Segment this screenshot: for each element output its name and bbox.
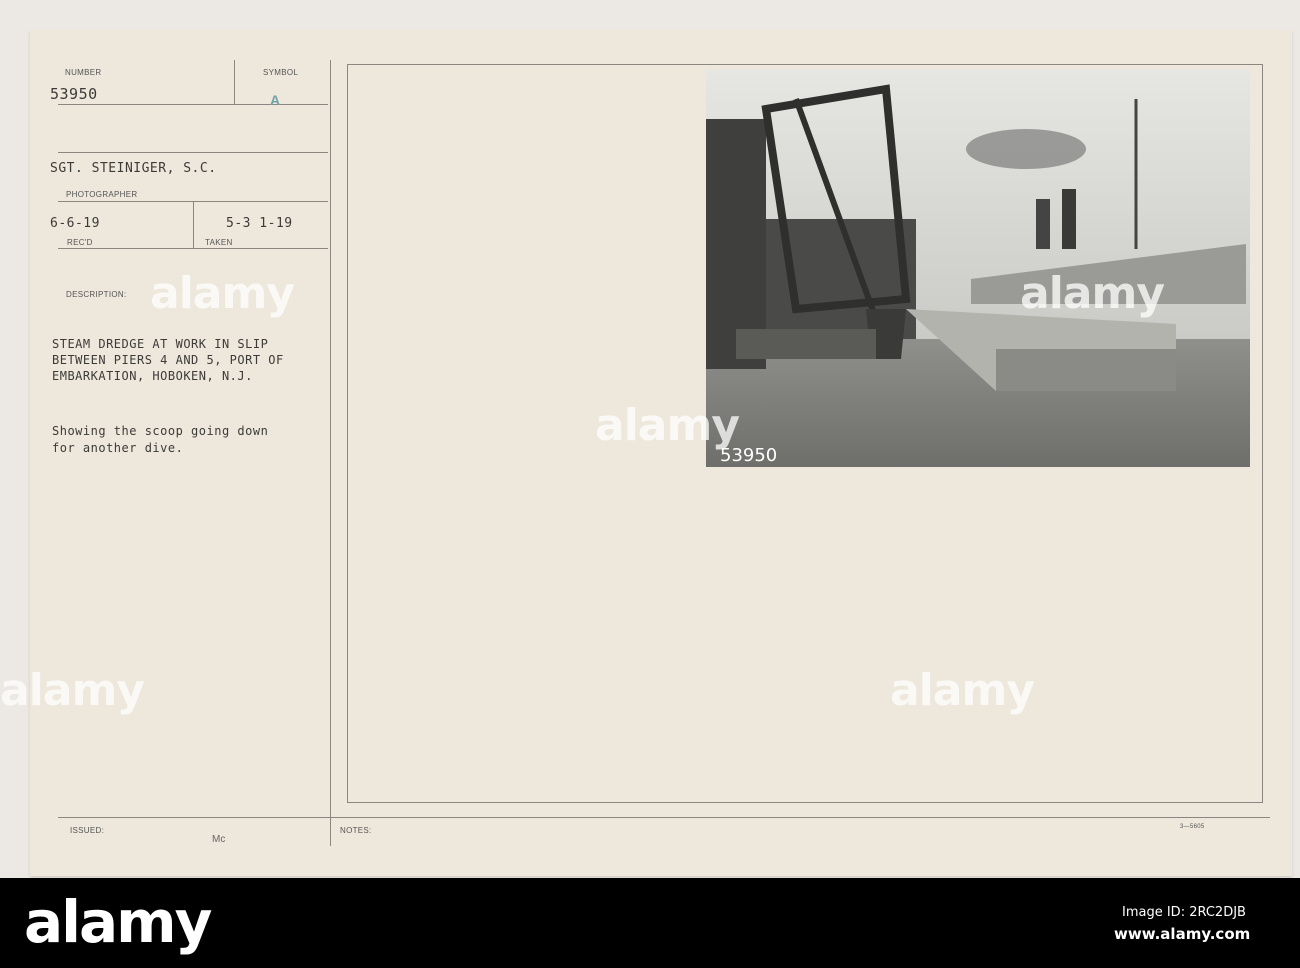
watermark: alamy [150, 268, 295, 319]
divider [193, 201, 194, 249]
symbol-label: SYMBOL [263, 68, 299, 77]
note-line: Showing the scoop going down [52, 424, 269, 438]
received-label: REC'D [67, 238, 93, 247]
watermark: alamy [595, 400, 740, 451]
watermark: alamy [1020, 268, 1165, 319]
divider [234, 60, 235, 104]
watermark: alamy [0, 665, 145, 716]
form-number: 3—5605 [1180, 824, 1205, 830]
number-label: NUMBER [65, 68, 102, 77]
number-value: 53950 [50, 85, 98, 103]
description-line: STEAM DREDGE AT WORK IN SLIP [52, 337, 269, 351]
alamy-url[interactable]: www.alamy.com [1114, 925, 1250, 943]
notes-label: NOTES: [340, 826, 372, 835]
taken-label: TAKEN [205, 238, 233, 247]
photographer-label: PHOTOGRAPHER [66, 190, 138, 199]
description-text: STEAM DREDGE AT WORK IN SLIP BETWEEN PIE… [52, 336, 284, 384]
issued-initials: Mc [212, 834, 226, 845]
image-id: Image ID: 2RC2DJB [1122, 905, 1246, 920]
alamy-logo: alamy [24, 888, 212, 956]
description-line: EMBARKATION, HOBOKEN, N.J. [52, 369, 253, 383]
column-divider [330, 60, 331, 846]
divider [58, 248, 328, 249]
symbol-stamp: A [270, 92, 281, 108]
note-line: for another dive. [52, 441, 184, 455]
description-label: DESCRIPTION: [66, 290, 127, 299]
received-value: 6-6-19 [50, 216, 100, 231]
issued-label: ISSUED: [70, 826, 105, 835]
bottom-rule [58, 817, 1270, 818]
taken-value: 5-3 1-19 [226, 216, 293, 231]
footer-bar: alamy Image ID: 2RC2DJB www.alamy.com [0, 878, 1300, 968]
note-text: Showing the scoop going down for another… [52, 423, 268, 457]
photographer-value: SGT. STEINIGER, S.C. [50, 161, 217, 176]
divider [58, 152, 328, 153]
dredge-photograph: 53950 [706, 69, 1250, 467]
description-line: BETWEEN PIERS 4 AND 5, PORT OF [52, 353, 284, 367]
watermark: alamy [890, 665, 1035, 716]
divider [58, 104, 328, 105]
